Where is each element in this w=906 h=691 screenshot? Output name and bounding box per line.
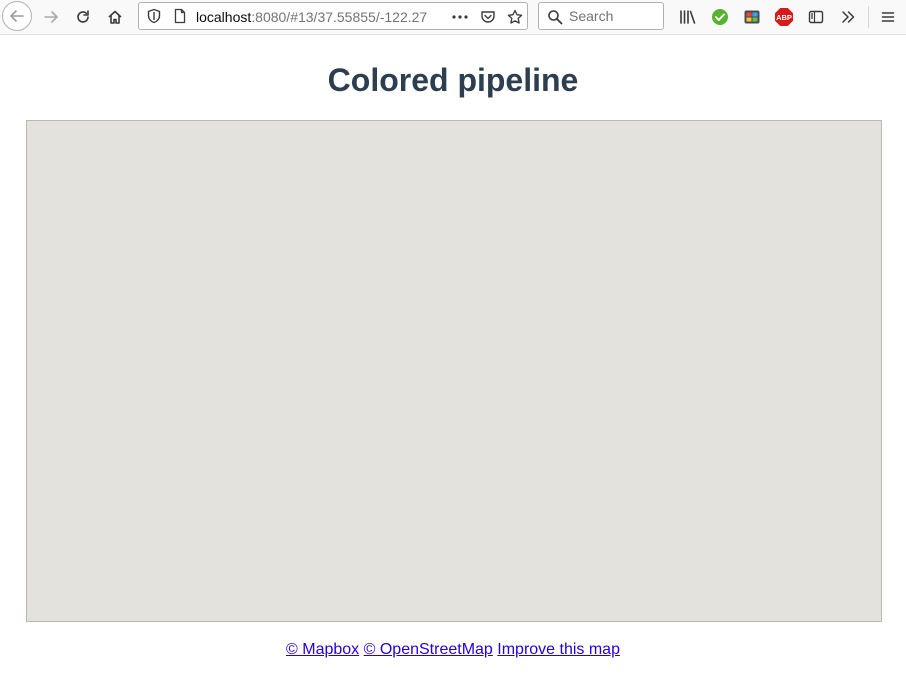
url-bar[interactable]: localhost:8080/#13/37.55855/-122.27 bbox=[138, 2, 528, 30]
map-attribution: © Mapbox © OpenStreetMap Improve this ma… bbox=[0, 640, 906, 660]
toolbar-separator bbox=[868, 6, 869, 28]
library-icon bbox=[680, 10, 696, 24]
library-button[interactable] bbox=[675, 4, 701, 30]
adblock-button[interactable]: ABP bbox=[771, 4, 797, 30]
overflow-icon bbox=[842, 11, 855, 23]
mapbox-attribution-link[interactable]: © Mapbox bbox=[286, 641, 359, 658]
overflow-button[interactable] bbox=[835, 4, 861, 30]
search-bar[interactable] bbox=[538, 2, 664, 30]
star-icon[interactable] bbox=[507, 9, 523, 25]
back-button[interactable] bbox=[2, 1, 32, 31]
openstreetmap-attribution-link[interactable]: © OpenStreetMap bbox=[364, 641, 493, 658]
sidebar-button[interactable] bbox=[803, 4, 829, 30]
url-path: :8080/#13/37.55855/-122.27 bbox=[251, 9, 428, 25]
shield-icon[interactable] bbox=[146, 8, 162, 24]
check-icon bbox=[712, 9, 728, 25]
home-button[interactable] bbox=[102, 4, 128, 30]
reload-button[interactable] bbox=[70, 4, 96, 30]
menu-button[interactable] bbox=[875, 4, 901, 30]
check-extension-button[interactable] bbox=[707, 4, 733, 30]
arrow-right-icon bbox=[44, 11, 58, 23]
reload-icon bbox=[77, 10, 89, 23]
color-extension-button[interactable] bbox=[739, 4, 765, 30]
url-actions bbox=[445, 6, 529, 28]
page-icon[interactable] bbox=[172, 8, 188, 24]
improve-map-link[interactable]: Improve this map bbox=[497, 641, 620, 658]
browser-toolbar: localhost:8080/#13/37.55855/-122.27 Sear… bbox=[0, 0, 906, 35]
extension-icon bbox=[744, 10, 760, 24]
url-text[interactable]: localhost:8080/#13/37.55855/-122.27 bbox=[196, 8, 440, 26]
forward-button[interactable] bbox=[38, 4, 64, 30]
page-title: Colored pipeline bbox=[327, 62, 579, 98]
search-icon bbox=[548, 10, 563, 25]
url-host: localhost bbox=[196, 9, 252, 25]
search-input[interactable] bbox=[569, 7, 659, 25]
menu-icon bbox=[881, 12, 895, 22]
home-icon bbox=[108, 10, 122, 24]
map-canvas[interactable] bbox=[26, 120, 882, 622]
sidebar-icon bbox=[808, 10, 824, 24]
adblock-label: ABP bbox=[776, 13, 792, 22]
arrow-left-icon bbox=[10, 10, 24, 22]
adblock-icon: ABP bbox=[775, 8, 793, 26]
more-icon[interactable] bbox=[451, 9, 469, 25]
pocket-icon[interactable] bbox=[480, 9, 496, 25]
